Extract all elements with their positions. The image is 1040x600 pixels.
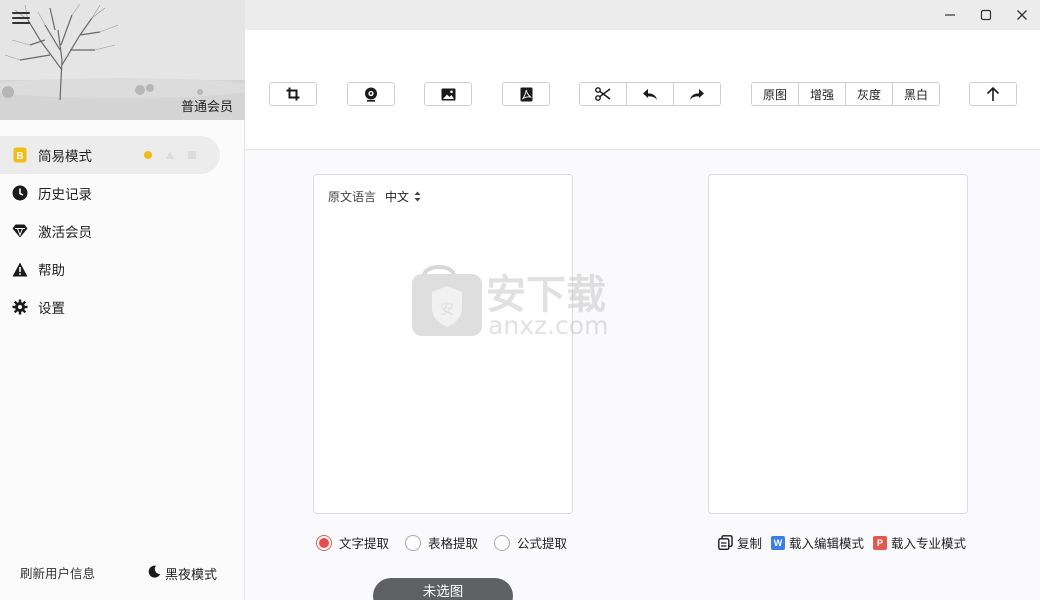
sidebar-item-activate[interactable]: 激活会员 [0, 212, 245, 250]
square-icon [188, 151, 196, 159]
sidebar-nav: B 简易模式 历史记录 激活会员 帮助 设置 [0, 136, 245, 326]
sidebar: 普通会员 B 简易模式 历史记录 激活会员 帮助 设置 刷新用户信息 黑夜模式 [0, 0, 245, 600]
toolbar: 原图 增强 灰度 黑白 [245, 30, 1040, 150]
close-icon [1017, 10, 1027, 20]
scissors-icon [595, 87, 611, 101]
minimize-icon [945, 14, 955, 16]
open-pdf-button[interactable] [502, 82, 550, 106]
gear-icon [12, 299, 28, 315]
svg-text:安: 安 [440, 302, 454, 318]
diamond-icon [12, 223, 28, 239]
mode-formula-extract[interactable]: 公式提取 [494, 533, 567, 552]
edit-tools-group [579, 82, 721, 106]
yellow-dot-icon [144, 151, 152, 159]
upload-icon [986, 86, 1000, 101]
mode-label: 公式提取 [517, 536, 568, 551]
crop-button[interactable] [269, 82, 317, 106]
open-image-button[interactable] [424, 82, 472, 106]
upload-button[interactable] [969, 82, 1017, 106]
redo-button[interactable] [674, 83, 720, 105]
sidebar-item-label: 设置 [38, 301, 65, 317]
mode-table-extract[interactable]: 表格提取 [405, 533, 478, 552]
warning-icon [12, 261, 28, 277]
mode-label: 表格提取 [428, 536, 479, 551]
cut-button[interactable] [580, 83, 627, 105]
load-pro-mode-button[interactable]: P 载入专业模式 [873, 533, 966, 552]
source-language-select[interactable]: 中文 [385, 188, 421, 205]
svg-text:B: B [16, 151, 23, 162]
sidebar-item-label: 激活会员 [38, 225, 92, 241]
anxz-watermark: 安 安下载 anxz.com [412, 265, 608, 340]
triangle-icon [166, 151, 174, 159]
dark-mode-toggle[interactable]: 黑夜模式 [148, 564, 217, 583]
word-icon: W [771, 535, 786, 550]
maximize-icon [980, 9, 992, 21]
image-filter-group: 原图 增强 灰度 黑白 [751, 82, 940, 106]
close-button[interactable] [1012, 5, 1032, 25]
copy-icon [718, 535, 733, 550]
dark-mode-label: 黑夜模式 [165, 568, 218, 583]
no-image-selected-button[interactable]: 未选图 [373, 578, 513, 600]
profile-banner: 普通会员 [0, 0, 245, 120]
crop-icon [286, 87, 300, 101]
undo-button[interactable] [627, 83, 674, 105]
webcam-icon [365, 87, 377, 102]
clock-icon [12, 185, 28, 201]
window-titlebar[interactable] [245, 0, 1040, 30]
mode-indicators [144, 151, 196, 159]
member-status-label: 普通会员 [180, 100, 233, 115]
load-edit-mode-button[interactable]: W 载入编辑模式 [771, 533, 864, 552]
source-image-panel[interactable]: 原文语言 中文 [313, 174, 573, 514]
source-language-row: 原文语言 中文 [328, 188, 421, 205]
moon-icon [148, 565, 161, 582]
filter-bw[interactable]: 黑白 [893, 83, 939, 105]
svg-text:anxz.com: anxz.com [488, 311, 608, 340]
radio-unselected-icon [405, 534, 422, 551]
b-badge-icon: B [12, 147, 28, 163]
pro-mode-label: 载入专业模式 [891, 536, 967, 551]
image-icon [441, 88, 455, 100]
radio-selected-icon [316, 534, 332, 551]
copy-button[interactable]: 复制 [718, 533, 762, 552]
source-language-label: 原文语言 [328, 190, 377, 204]
sidebar-item-history[interactable]: 历史记录 [0, 174, 245, 212]
hamburger-menu-icon[interactable] [11, 9, 31, 27]
maximize-button[interactable] [976, 5, 996, 25]
undo-icon [643, 88, 657, 100]
mode-text-extract[interactable]: 文字提取 [316, 533, 389, 552]
redo-icon [690, 88, 704, 100]
filter-gray[interactable]: 灰度 [846, 83, 893, 105]
filter-enhance[interactable]: 增强 [799, 83, 846, 105]
sidebar-item-label: 历史记录 [38, 187, 92, 203]
filter-original[interactable]: 原图 [752, 83, 799, 105]
sidebar-item-label: 帮助 [38, 263, 65, 279]
source-language-value: 中文 [385, 190, 410, 204]
sidebar-item-settings[interactable]: 设置 [0, 288, 245, 326]
powerpoint-icon: P [873, 535, 888, 550]
refresh-user-info-link[interactable]: 刷新用户信息 [20, 563, 95, 582]
result-actions: 复制 W 载入编辑模式 P 载入专业模式 [718, 533, 966, 552]
extract-mode-radios: 文字提取 表格提取 公式提取 [316, 533, 567, 552]
sidebar-item-label: 简易模式 [38, 149, 92, 165]
sort-arrows-icon [414, 191, 421, 202]
camera-button[interactable] [347, 82, 395, 106]
copy-label: 复制 [737, 536, 763, 551]
minimize-button[interactable] [940, 5, 960, 25]
edit-mode-label: 载入编辑模式 [789, 536, 865, 551]
pdf-icon [520, 87, 532, 101]
result-text-panel[interactable] [708, 174, 968, 514]
mode-label: 文字提取 [339, 536, 390, 551]
sidebar-item-simple-mode[interactable]: B 简易模式 [0, 136, 220, 174]
radio-unselected-icon [494, 534, 511, 551]
sidebar-item-help[interactable]: 帮助 [0, 250, 245, 288]
